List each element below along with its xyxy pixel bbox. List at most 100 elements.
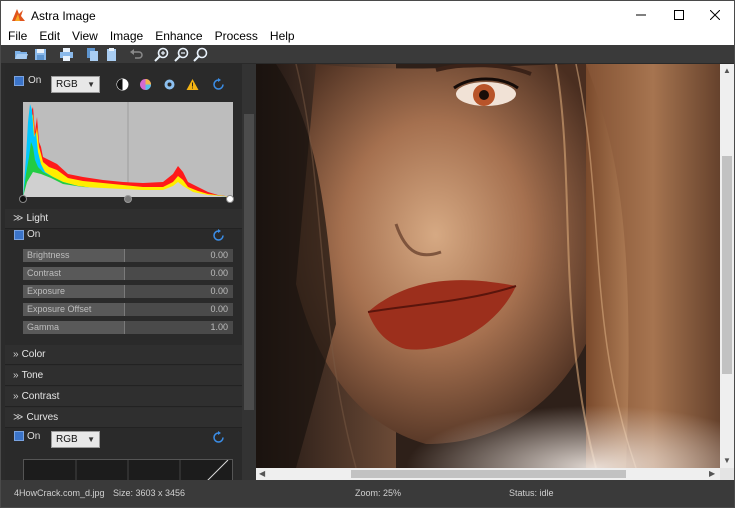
levels-on-label: On [28,75,42,86]
menu-edit[interactable]: Edit [33,29,66,45]
scroll-down-icon[interactable]: ▼ [723,456,731,465]
save-icon[interactable] [33,47,48,62]
curves-on-label: On [27,431,41,442]
levels-section: On RGB ▼ [5,64,242,209]
curves-section-header[interactable]: ≫ Curves [5,408,242,428]
zoom-in-icon[interactable] [154,47,169,62]
light-on-checkbox[interactable] [14,230,24,240]
light-section-header[interactable]: ≫ Light [5,209,242,229]
curves-graph[interactable] [23,459,233,480]
menu-view[interactable]: View [66,29,104,45]
brightness-label: Brightness [27,250,70,260]
light-reset-icon[interactable] [212,229,225,242]
chevron-right-icon: » [13,391,19,402]
paste-icon[interactable] [104,47,119,62]
exposure-offset-label: Exposure Offset [27,304,92,314]
toolbar [1,45,734,64]
close-icon [710,10,720,20]
scroll-up-icon[interactable]: ▲ [723,66,731,75]
contrast-value: 0.00 [210,268,228,278]
scroll-left-icon[interactable]: ◀ [259,469,265,478]
chevron-down-icon: ≫ [13,412,24,423]
brightness-value: 0.00 [210,250,228,260]
chevron-right-icon: » [13,349,19,360]
exposure-slider[interactable]: Exposure 0.00 [23,285,233,298]
window-title: Astra Image [31,9,96,23]
menu-bar: File Edit View Image Enhance Process Hel… [1,29,734,45]
color-wheel-icon[interactable] [139,78,152,91]
portrait-photo [256,64,720,468]
reset-icon[interactable] [212,78,225,91]
status-size: Size: 3603 x 3456 [113,488,186,498]
contrast-slider[interactable]: Contrast 0.00 [23,267,233,280]
panel-scrollbar-thumb[interactable] [244,114,254,410]
levels-channel-select[interactable]: RGB ▼ [51,76,100,93]
open-icon[interactable] [14,47,29,62]
zoom-fit-icon[interactable] [193,47,208,62]
curves-reset-icon[interactable] [212,431,225,444]
levels-handles[interactable] [19,192,239,206]
image-vertical-scrollbar[interactable]: ▲ ▼ [720,64,734,468]
curves-channel-select[interactable]: RGB ▼ [51,431,100,448]
gamma-value: 1.00 [210,322,228,332]
print-icon[interactable] [59,47,74,62]
curves-section-title: Curves [26,412,59,423]
undo-icon[interactable] [129,47,144,62]
scroll-right-icon[interactable]: ▶ [709,469,715,478]
image-canvas[interactable] [256,64,720,468]
minimize-button[interactable] [622,1,660,29]
status-zoom: Zoom: 25% [355,488,402,498]
image-horizontal-scrollbar[interactable]: ◀ ▶ [256,468,720,480]
gamma-slider[interactable]: Gamma 1.00 [23,321,233,334]
app-window: Astra Image File Edit View Image Enhance… [0,0,735,508]
gamma-label: Gamma [27,322,60,332]
minimize-icon [636,14,646,16]
maximize-icon [674,10,684,20]
horizontal-scrollbar-thumb[interactable] [351,470,626,478]
zoom-out-icon[interactable] [174,47,189,62]
close-button[interactable] [696,1,734,29]
chevron-down-icon: ▼ [87,80,95,89]
tone-section-title: Tone [21,370,44,381]
curves-on-checkbox[interactable] [14,431,24,441]
vertical-scrollbar-thumb[interactable] [722,156,732,374]
tone-section-header[interactable]: » Tone [5,366,242,386]
settings-gear-icon[interactable] [163,78,176,91]
color-section-title: Color [21,349,46,360]
copy-icon[interactable] [85,47,100,62]
curves-section: On RGB ▼ [5,428,242,480]
warning-icon[interactable] [186,78,199,91]
panel-scrollbar[interactable] [242,64,256,480]
brightness-slider[interactable]: Brightness 0.00 [23,249,233,262]
contrast-icon[interactable] [116,78,129,91]
adjustments-panel: On RGB ▼ ≫ Light On Brightness 0.00 Cont… [5,64,242,480]
contrast-section-title: Contrast [21,391,60,402]
menu-image[interactable]: Image [104,29,149,45]
light-section-title: Light [26,213,49,224]
contrast-label: Contrast [27,268,62,278]
menu-process[interactable]: Process [209,29,264,45]
menu-file[interactable]: File [1,29,33,45]
maximize-button[interactable] [660,1,698,29]
chevron-down-icon: ≫ [13,213,24,224]
exposure-value: 0.00 [210,286,228,296]
chevron-right-icon: » [13,370,19,381]
status-bar: 4HowCrack.com_d.jpg Size: 3603 x 3456 Zo… [1,480,734,507]
curves-channel-value: RGB [56,434,78,445]
title-bar: Astra Image [1,1,734,29]
exposure-offset-slider[interactable]: Exposure Offset 0.00 [23,303,233,316]
levels-on-checkbox[interactable] [14,76,24,86]
menu-enhance[interactable]: Enhance [149,29,208,45]
scrollbar-corner [720,468,734,480]
exposure-offset-value: 0.00 [210,304,228,314]
chevron-down-icon: ▼ [87,435,95,444]
color-section-header[interactable]: » Color [5,345,242,365]
histogram [23,102,233,197]
astra-logo-icon [12,9,25,21]
contrast-section-header[interactable]: » Contrast [5,387,242,407]
light-section: On Brightness 0.00 Contrast 0.00 Exposur… [5,229,242,345]
status-filename: 4HowCrack.com_d.jpg [14,488,105,498]
menu-help[interactable]: Help [264,29,301,45]
levels-channel-value: RGB [56,79,78,90]
exposure-label: Exposure [27,286,66,296]
